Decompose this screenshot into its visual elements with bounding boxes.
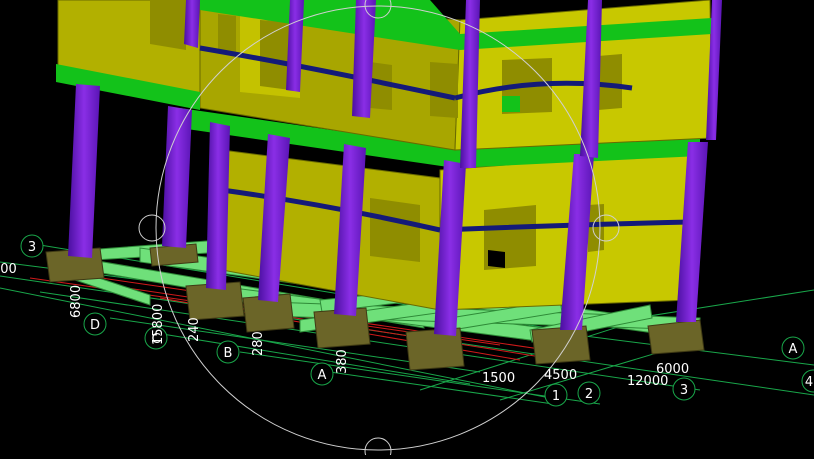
dimension-label: 1500 [482,371,515,386]
dimension-label: 4500 [544,368,577,383]
dimension-label: 6000 [656,362,689,377]
grid-bubble-2[interactable]: 2 [577,381,601,405]
model-canvas[interactable]: 3 D C B A 1 2 3 A 4 000 6800 15800 240 [0,0,814,459]
grid-bubble-label: 1 [552,389,560,404]
grid-bubble-label: A [789,342,798,357]
grid-bubble-4[interactable]: 4 [801,369,814,393]
grid-bubble-label: D [90,318,100,333]
dimension-label: 15800 [151,304,166,345]
grid-bubble-b[interactable]: B [216,340,240,364]
dimension-label: 240 [187,317,202,342]
grid-bubble-label: 3 [680,383,688,398]
dimension-label: 000 [0,262,17,277]
grid-bubble-a-front[interactable]: A [310,362,334,386]
upper-storey [56,0,713,151]
dimension-label: 380 [335,349,350,374]
grid-bubble-3-left[interactable]: 3 [20,234,44,258]
grid-bubble-1[interactable]: 1 [544,383,568,407]
grid-bubble-3-right[interactable]: 3 [672,377,696,401]
dimension-label: 6800 [69,285,84,318]
grid-bubble-label: A [318,368,327,383]
grid-bubble-label: 3 [28,240,36,255]
dimension-label: 280 [251,331,266,356]
grid-bubble-label: 4 [805,375,813,390]
grid-bubble-d[interactable]: D [83,312,107,336]
grid-bubble-a-right[interactable]: A [781,336,805,360]
grid-bubble-label: 2 [585,387,593,402]
grid-bubble-label: B [224,346,233,361]
3d-model-viewport[interactable]: 3 D C B A 1 2 3 A 4 000 6800 15800 240 [0,0,814,459]
